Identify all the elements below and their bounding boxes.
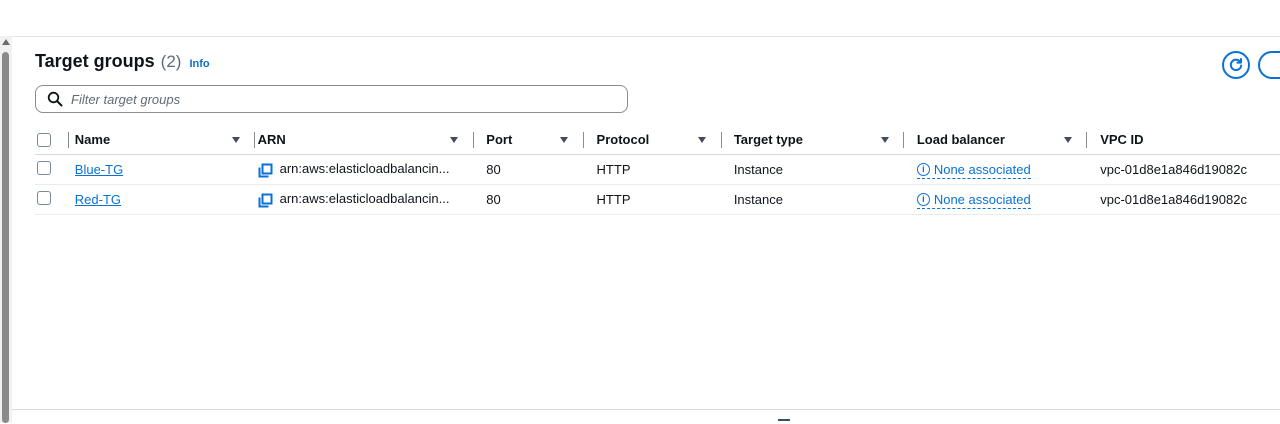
arn-value: arn:aws:elasticloadbalancin... — [279, 191, 450, 207]
info-icon: i — [916, 193, 930, 206]
load-balancer-cell: i None associated — [916, 155, 1100, 185]
column-label: Target type — [733, 132, 803, 147]
column-label: VPC ID — [1100, 132, 1144, 147]
load-balancer-popover-trigger[interactable]: i None associated — [916, 162, 1031, 179]
arn-cell: arn:aws:elasticloadbalancin... — [258, 155, 487, 185]
column-header-port[interactable]: Port — [486, 125, 596, 155]
select-all-cell — [35, 125, 75, 155]
column-label: Load balancer — [916, 132, 1005, 147]
column-header-vpc-id[interactable]: VPC ID — [1100, 125, 1280, 155]
vpc-id-cell: vpc-01d8e1a846d19082c — [1100, 162, 1247, 177]
target-groups-panel: Target groups (2) Info Filter target gro… — [12, 36, 1280, 424]
resize-handle-icon[interactable] — [778, 419, 790, 421]
table-row[interactable]: Blue-TG arn:aws:elasticloadbalancin... 8… — [35, 155, 1280, 185]
table-row[interactable]: Red-TG arn:aws:elasticloadbalancin... 80… — [35, 185, 1280, 215]
target-type-cell: Instance — [733, 162, 783, 177]
search-icon — [47, 91, 63, 107]
sort-caret-down-icon[interactable] — [449, 137, 458, 143]
sort-caret-down-icon[interactable] — [880, 137, 889, 143]
load-balancer-cell: i None associated — [916, 185, 1100, 215]
target-groups-table: Name ARN Port Protocol Target type Load … — [35, 125, 1280, 215]
page-title: Target groups — [35, 51, 155, 71]
port-cell: 80 — [486, 192, 501, 207]
copy-icon[interactable] — [258, 163, 273, 178]
info-link[interactable]: Info — [189, 58, 209, 70]
refresh-icon — [1229, 58, 1243, 72]
column-label: Protocol — [596, 132, 650, 147]
filter-target-groups[interactable] — [35, 85, 628, 113]
name-cell: Red-TG — [75, 185, 258, 215]
column-header-target-type[interactable]: Target type — [734, 125, 917, 155]
load-balancer-value: None associated — [933, 162, 1031, 177]
row-select-cell — [35, 155, 75, 185]
copy-icon[interactable] — [258, 193, 273, 208]
load-balancer-popover-trigger[interactable]: i None associated — [916, 192, 1031, 209]
scrollbar-thumb[interactable] — [2, 52, 9, 423]
sort-caret-down-icon[interactable] — [231, 137, 240, 143]
protocol-cell: HTTP — [596, 162, 631, 177]
select-all-checkbox[interactable] — [37, 132, 51, 147]
split-panel-divider — [12, 409, 1280, 410]
load-balancer-value: None associated — [933, 192, 1031, 207]
row-checkbox[interactable] — [37, 191, 51, 205]
column-separator — [68, 132, 69, 148]
target-group-name-link[interactable]: Blue-TG — [75, 162, 123, 177]
vertical-scrollbar[interactable] — [0, 36, 12, 423]
sort-caret-down-icon[interactable] — [697, 137, 706, 143]
protocol-cell: HTTP — [596, 192, 631, 207]
column-header-protocol[interactable]: Protocol — [597, 125, 734, 155]
row-select-cell — [35, 185, 75, 215]
refresh-button[interactable] — [1222, 51, 1250, 79]
sort-caret-down-icon[interactable] — [560, 137, 569, 143]
column-separator — [583, 132, 585, 148]
column-label: Port — [486, 132, 513, 147]
scroll-up-arrow-icon[interactable] — [2, 39, 10, 45]
column-header-arn[interactable]: ARN — [258, 125, 487, 155]
target-group-name-link[interactable]: Red-TG — [75, 192, 121, 207]
filter-input[interactable] — [69, 90, 613, 108]
column-separator — [253, 132, 255, 148]
arn-cell: arn:aws:elasticloadbalancin... — [258, 185, 487, 215]
column-header-name[interactable]: Name — [75, 125, 258, 155]
actions-button[interactable] — [1258, 51, 1280, 79]
vpc-id-cell: vpc-01d8e1a846d19082c — [1100, 192, 1247, 207]
column-label: ARN — [257, 132, 286, 147]
column-header-load-balancer[interactable]: Load balancer — [917, 125, 1100, 155]
row-checkbox[interactable] — [37, 161, 51, 175]
sort-caret-down-icon[interactable] — [1063, 137, 1072, 143]
info-icon: i — [916, 163, 930, 176]
column-separator — [1085, 132, 1087, 148]
target-type-cell: Instance — [733, 192, 783, 207]
column-separator — [902, 132, 904, 148]
port-cell: 80 — [486, 162, 501, 177]
name-cell: Blue-TG — [75, 155, 258, 185]
target-group-count: (2) — [160, 52, 182, 71]
table-header-row: Name ARN Port Protocol Target type Load … — [35, 125, 1280, 155]
arn-value: arn:aws:elasticloadbalancin... — [279, 161, 450, 177]
column-separator — [472, 132, 474, 148]
column-label: Name — [74, 132, 111, 147]
column-separator — [720, 132, 722, 148]
panel-header: Target groups (2) Info — [35, 51, 210, 75]
